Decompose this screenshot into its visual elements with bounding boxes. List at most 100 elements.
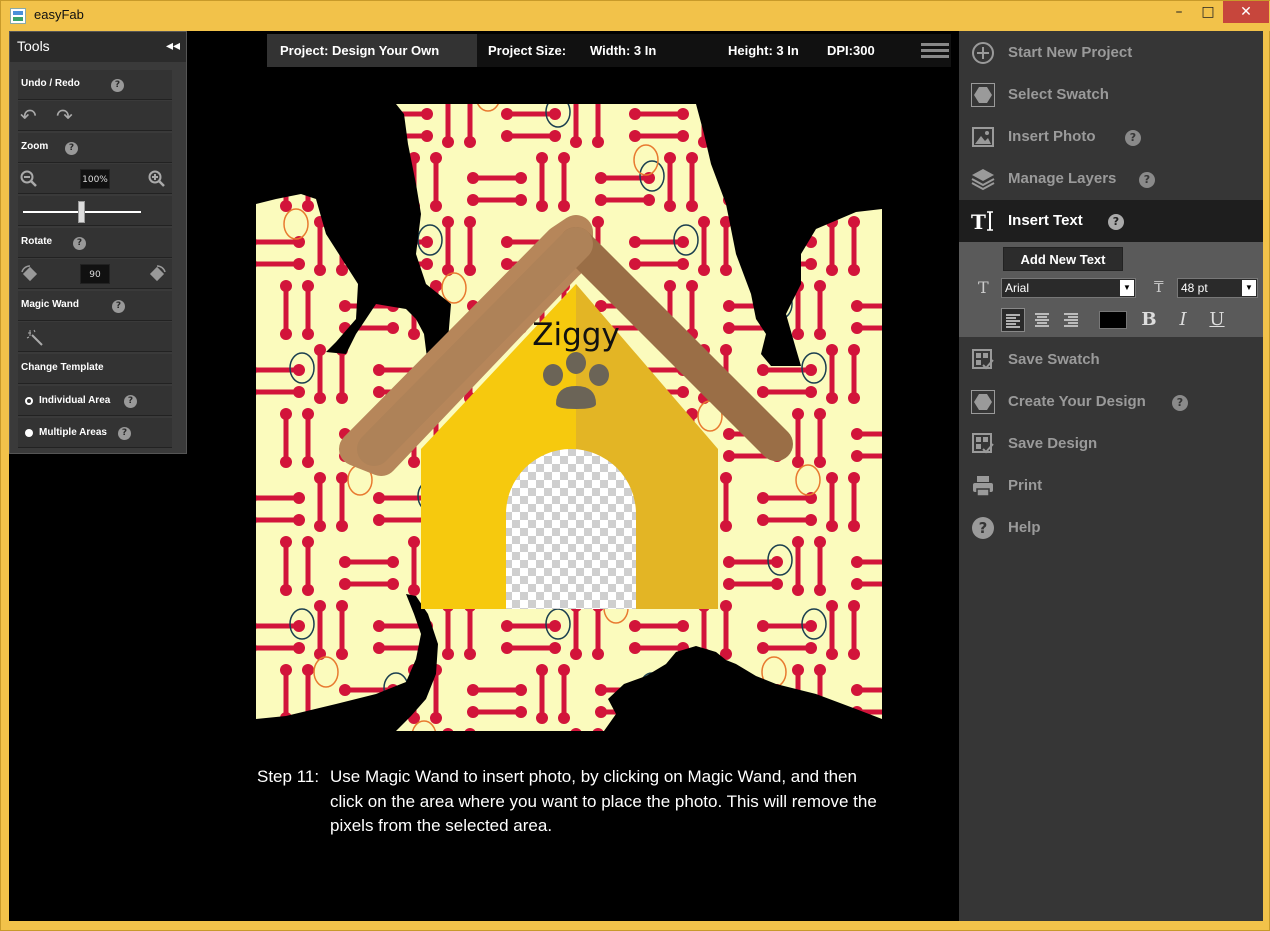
menu-manage-layers[interactable]: Manage Layers ? xyxy=(959,158,1263,200)
font-family-value: Arial xyxy=(1005,281,1030,295)
zoom-slider-thumb[interactable] xyxy=(78,201,85,223)
magic-wand-controls xyxy=(18,322,172,352)
rotate-left-icon[interactable] xyxy=(20,264,40,284)
menu-create-your-design-label: Create Your Design xyxy=(1008,393,1146,410)
change-template-section: Change Template xyxy=(18,354,172,384)
magic-wand-help-icon[interactable]: ? xyxy=(112,300,125,313)
align-right-button[interactable] xyxy=(1059,308,1083,332)
hamburger-menu-icon[interactable] xyxy=(921,43,949,59)
menu-start-new-project[interactable]: Start New Project xyxy=(959,32,1263,74)
collapse-icon[interactable]: ◂◂ xyxy=(166,38,180,54)
tools-title: Tools xyxy=(17,38,50,54)
layers-icon xyxy=(971,169,995,191)
app-client-area: Tools ◂◂ Undo / Redo ? ↶ ↷ Zoom ? 100% R… xyxy=(9,31,1263,921)
project-size-label: Project Size: xyxy=(488,43,567,58)
rotate-help-icon[interactable]: ? xyxy=(73,237,86,250)
canvas-label-text[interactable]: Ziggy xyxy=(532,317,620,353)
menu-insert-photo[interactable]: Insert Photo ? xyxy=(959,116,1263,158)
help-icon: ? xyxy=(972,517,994,539)
magic-wand-icon[interactable] xyxy=(26,329,44,347)
rotate-right-icon[interactable] xyxy=(147,264,167,284)
menu-start-new-project-label: Start New Project xyxy=(1008,44,1133,61)
undo-redo-section: Undo / Redo ? xyxy=(18,70,172,100)
bold-button[interactable]: B xyxy=(1137,308,1161,332)
menu-print[interactable]: Print xyxy=(959,465,1263,507)
menu-save-swatch-label: Save Swatch xyxy=(1008,351,1100,368)
multiple-areas-radio[interactable] xyxy=(25,429,33,437)
app-icon xyxy=(10,8,26,24)
menu-insert-text[interactable]: T Insert Text ? xyxy=(959,200,1263,242)
font-family-dropdown-icon[interactable]: ▼ xyxy=(1120,280,1134,296)
menu-help-label: Help xyxy=(1008,519,1041,536)
menu-insert-photo-label: Insert Photo xyxy=(1008,128,1096,145)
window-title: easyFab xyxy=(34,7,84,22)
menu-select-swatch-label: Select Swatch xyxy=(1008,86,1109,103)
menu-manage-layers-label: Manage Layers xyxy=(1008,170,1117,187)
align-left-button[interactable] xyxy=(1001,308,1025,332)
change-template-label: Change Template xyxy=(21,362,104,373)
menu-save-design[interactable]: Save Design xyxy=(959,423,1263,465)
align-center-button[interactable] xyxy=(1030,308,1054,332)
font-family-select[interactable]: Arial ▼ xyxy=(1001,278,1136,298)
undo-icon[interactable]: ↶ xyxy=(20,106,37,126)
zoom-value[interactable]: 100% xyxy=(80,169,110,189)
maximize-button[interactable]: □ xyxy=(1194,1,1222,23)
menu-create-your-design[interactable]: Create Your Design ? xyxy=(959,381,1263,423)
undo-redo-help-icon[interactable]: ? xyxy=(111,79,124,92)
rotate-section: Rotate ? xyxy=(18,228,172,258)
design-canvas[interactable]: Ziggy xyxy=(256,104,882,731)
menu-save-swatch[interactable]: Save Swatch xyxy=(959,339,1263,381)
zoom-help-icon[interactable]: ? xyxy=(65,142,78,155)
title-bar: easyFab – □ ✕ xyxy=(1,1,1270,31)
hexagon-icon xyxy=(971,390,995,414)
svg-text:T: T xyxy=(971,210,986,233)
project-name-box: Project: Design Your Own xyxy=(267,34,477,67)
project-bar: Project: Design Your Own Project Size: W… xyxy=(267,34,951,67)
rotate-label: Rotate xyxy=(21,236,53,247)
insert-text-help-icon[interactable]: ? xyxy=(1108,214,1124,230)
font-family-icon: T xyxy=(978,278,989,297)
individual-area-radio[interactable] xyxy=(25,397,33,405)
underline-button[interactable]: U xyxy=(1205,308,1229,332)
zoom-section: Zoom ? xyxy=(18,133,172,163)
canvas-artwork[interactable]: Ziggy xyxy=(256,104,882,731)
menu-save-design-label: Save Design xyxy=(1008,435,1098,452)
text-tools-panel: Add New Text T Arial ▼ ₸ 48 pt ▼ B I U xyxy=(959,242,1263,337)
insert-photo-help-icon[interactable]: ? xyxy=(1125,130,1141,146)
rotate-controls: 90 xyxy=(18,259,172,289)
project-dpi: DPI:300 xyxy=(827,43,875,58)
zoom-in-icon[interactable] xyxy=(148,170,166,188)
font-size-dropdown-icon[interactable]: ▼ xyxy=(1242,280,1256,296)
menu-help[interactable]: ? Help xyxy=(959,507,1263,549)
project-width: Width: 3 In xyxy=(590,43,657,58)
manage-layers-help-icon[interactable]: ? xyxy=(1139,172,1155,188)
undo-redo-label: Undo / Redo xyxy=(21,78,80,89)
menu-select-swatch[interactable]: Select Swatch xyxy=(959,74,1263,116)
undo-redo-buttons: ↶ ↷ xyxy=(18,101,172,131)
close-button[interactable]: ✕ xyxy=(1223,1,1269,23)
redo-icon[interactable]: ↷ xyxy=(56,106,73,126)
text-cursor-icon: T xyxy=(971,210,993,233)
italic-button[interactable]: I xyxy=(1171,308,1195,332)
individual-area-help-icon[interactable]: ? xyxy=(124,395,137,408)
dog-house-door[interactable] xyxy=(506,449,636,609)
create-your-design-help-icon[interactable]: ? xyxy=(1172,395,1188,411)
individual-area-option[interactable]: Individual Area ? xyxy=(18,386,172,416)
step-number: Step 11: xyxy=(257,767,320,786)
zoom-out-icon[interactable] xyxy=(20,170,38,188)
rotate-value[interactable]: 90 xyxy=(80,264,110,284)
magic-wand-section: Magic Wand ? xyxy=(18,291,172,321)
add-new-text-button[interactable]: Add New Text xyxy=(1003,247,1123,271)
project-height: Height: 3 In xyxy=(728,43,799,58)
multiple-areas-option[interactable]: Multiple Areas ? xyxy=(18,418,172,448)
multiple-areas-label: Multiple Areas xyxy=(39,427,107,438)
individual-area-label: Individual Area xyxy=(39,395,111,406)
zoom-slider[interactable] xyxy=(18,196,172,226)
multiple-areas-help-icon[interactable]: ? xyxy=(118,427,131,440)
align-center-icon xyxy=(1035,313,1049,327)
font-size-select[interactable]: 48 pt ▼ xyxy=(1177,278,1258,298)
save-swatch-icon xyxy=(972,349,994,370)
minimize-button[interactable]: – xyxy=(1165,1,1193,23)
menu-insert-text-label: Insert Text xyxy=(1008,212,1083,229)
text-color-swatch[interactable] xyxy=(1099,311,1127,329)
